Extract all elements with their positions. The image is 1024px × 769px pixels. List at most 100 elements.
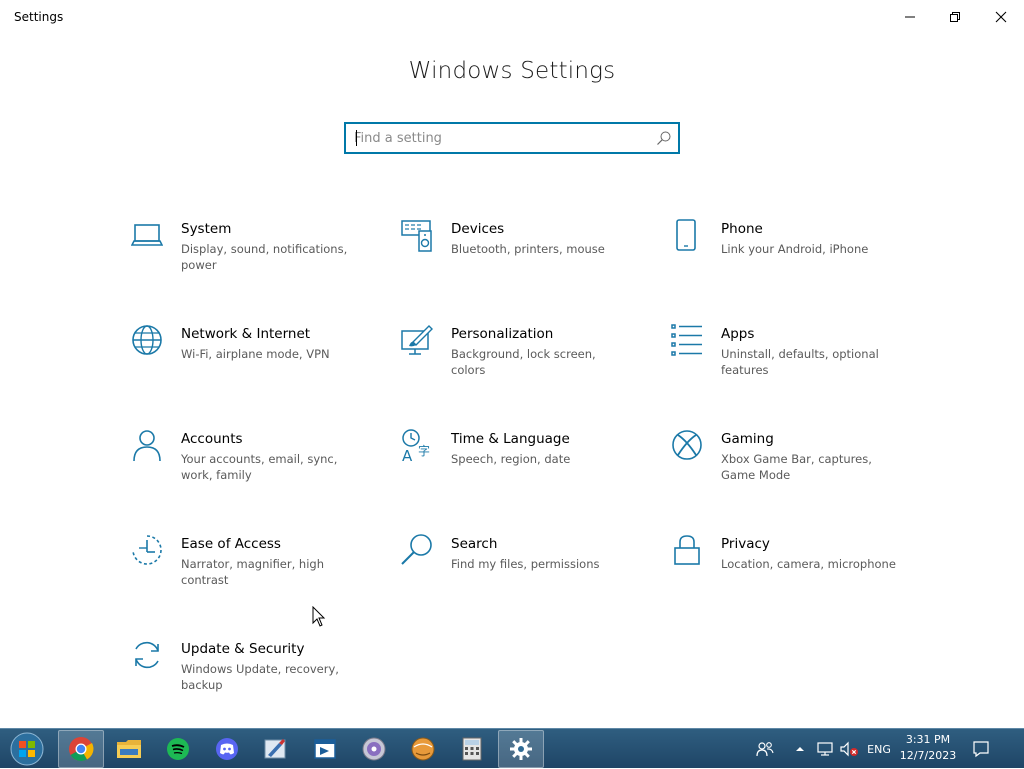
time-language-icon: A 字 bbox=[402, 429, 430, 463]
category-name: Search bbox=[451, 536, 498, 552]
category-description: Background, lock screen, colors bbox=[451, 347, 596, 377]
window-title: Settings bbox=[14, 10, 64, 24]
lock-icon bbox=[674, 535, 700, 565]
taskbar-chrome[interactable] bbox=[58, 730, 104, 768]
category-ease-of-access[interactable]: Ease of Access Narrator, magnifier, high… bbox=[131, 534, 361, 614]
category-name: System bbox=[181, 221, 232, 237]
category-name: Gaming bbox=[721, 431, 774, 447]
tray-network[interactable] bbox=[814, 729, 836, 769]
network-icon bbox=[817, 742, 833, 756]
taskbar-paint[interactable] bbox=[252, 730, 298, 768]
laptop-icon bbox=[131, 224, 163, 246]
category-name: Update & Security bbox=[181, 641, 305, 657]
tray-volume[interactable] bbox=[838, 729, 860, 769]
clock-time: 3:31 PM bbox=[905, 733, 951, 746]
category-privacy[interactable]: Privacy Location, camera, microphone bbox=[671, 534, 901, 614]
title-bar: Settings bbox=[0, 0, 1024, 34]
taskbar-file-explorer[interactable] bbox=[106, 730, 152, 768]
tray-clock[interactable]: 3:31 PM 12/7/2023 bbox=[896, 732, 960, 764]
spotify-icon bbox=[167, 738, 189, 760]
category-description: Speech, region, date bbox=[451, 452, 571, 466]
category-gaming[interactable]: Gaming Xbox Game Bar, captures, Game Mod… bbox=[671, 429, 901, 509]
taskbar-calculator[interactable] bbox=[449, 730, 495, 768]
restore-icon bbox=[950, 12, 960, 22]
person-icon bbox=[133, 430, 161, 462]
taskbar-media-player[interactable] bbox=[351, 730, 397, 768]
xbox-icon bbox=[672, 430, 702, 460]
category-description: Find my files, permissions bbox=[451, 557, 600, 571]
category-name: Devices bbox=[451, 221, 505, 237]
category-description: Narrator, magnifier, high contrast bbox=[181, 557, 324, 587]
svg-text:A: A bbox=[402, 447, 413, 463]
chevron-up-icon bbox=[796, 747, 804, 751]
gear-icon bbox=[510, 738, 532, 760]
category-network-internet[interactable]: Network & Internet Wi-Fi, airplane mode,… bbox=[131, 324, 361, 404]
category-name: Accounts bbox=[181, 431, 243, 447]
tray-show-hidden[interactable] bbox=[792, 729, 808, 769]
volume-muted-icon bbox=[840, 741, 858, 757]
remote-app-icon bbox=[314, 739, 336, 759]
action-center-icon bbox=[973, 741, 989, 758]
category-name: Personalization bbox=[451, 326, 554, 342]
folder-icon bbox=[117, 740, 141, 758]
discord-icon bbox=[216, 738, 238, 760]
category-description: Wi-Fi, airplane mode, VPN bbox=[181, 347, 330, 361]
globe-icon bbox=[132, 325, 162, 355]
category-description: Windows Update, recovery, backup bbox=[181, 662, 339, 692]
mouse-cursor-icon bbox=[312, 606, 326, 627]
text-caret bbox=[356, 130, 357, 146]
category-description: Your accounts, email, sync, work, family bbox=[181, 452, 338, 482]
category-phone[interactable]: Phone Link your Android, iPhone bbox=[671, 219, 901, 299]
magnifier-icon bbox=[401, 534, 432, 565]
taskbar-settings[interactable] bbox=[498, 730, 544, 768]
sync-arrows-icon bbox=[135, 641, 159, 669]
tray-language[interactable]: ENG bbox=[864, 729, 894, 769]
clock-date: 12/7/2023 bbox=[899, 749, 957, 762]
taskbar-discord[interactable] bbox=[204, 730, 250, 768]
taskbar-remote-app[interactable] bbox=[302, 730, 348, 768]
page-title: Windows Settings bbox=[408, 58, 616, 84]
personalization-icon bbox=[401, 325, 433, 355]
category-name: Privacy bbox=[721, 536, 770, 552]
devices-icon bbox=[401, 220, 432, 252]
category-description: Bluetooth, printers, mouse bbox=[451, 242, 605, 256]
taskbar: ENG 3:31 PM 12/7/2023 bbox=[0, 728, 1024, 768]
category-time-language[interactable]: A 字 Time & Language Speech, region, date bbox=[401, 429, 631, 509]
category-personalization[interactable]: Personalization Background, lock screen,… bbox=[401, 324, 631, 404]
category-accounts[interactable]: Accounts Your accounts, email, sync, wor… bbox=[131, 429, 361, 509]
people-icon bbox=[756, 742, 774, 757]
close-icon bbox=[995, 11, 1007, 23]
category-apps[interactable]: Apps Uninstall, defaults, optional featu… bbox=[671, 324, 901, 404]
apps-list-icon bbox=[671, 324, 702, 356]
category-search[interactable]: Search Find my files, permissions bbox=[401, 534, 631, 614]
tray-people[interactable] bbox=[754, 729, 776, 769]
category-description: Link your Android, iPhone bbox=[721, 242, 869, 256]
category-description: Location, camera, microphone bbox=[721, 557, 896, 571]
taskbar-spotify[interactable] bbox=[155, 730, 201, 768]
category-name: Apps bbox=[721, 326, 755, 342]
chrome-icon bbox=[69, 737, 94, 762]
minimize-button[interactable] bbox=[887, 0, 933, 34]
category-devices[interactable]: Devices Bluetooth, printers, mouse bbox=[401, 219, 631, 299]
search-box[interactable] bbox=[344, 122, 680, 154]
category-description: Xbox Game Bar, captures, Game Mode bbox=[721, 452, 872, 482]
calculator-icon bbox=[462, 737, 482, 761]
windows-orb-icon bbox=[10, 732, 44, 766]
phone-icon bbox=[676, 219, 696, 251]
category-update-security[interactable]: Update & Security Windows Update, recove… bbox=[131, 639, 361, 719]
minimize-icon bbox=[905, 16, 915, 18]
category-name: Ease of Access bbox=[181, 536, 281, 552]
close-button[interactable] bbox=[978, 0, 1024, 34]
restore-button[interactable] bbox=[932, 0, 978, 34]
paint-icon bbox=[264, 739, 286, 759]
search-input[interactable] bbox=[354, 124, 644, 152]
category-name: Time & Language bbox=[451, 431, 570, 447]
category-name: Network & Internet bbox=[181, 326, 311, 342]
category-description: Display, sound, notifications, power bbox=[181, 242, 348, 272]
tray-notifications[interactable] bbox=[968, 729, 994, 769]
category-name: Phone bbox=[721, 221, 763, 237]
start-button[interactable] bbox=[4, 730, 50, 768]
taskbar-app-orange[interactable] bbox=[400, 730, 446, 768]
category-system[interactable]: System Display, sound, notifications, po… bbox=[131, 219, 361, 299]
disc-icon bbox=[362, 737, 386, 761]
